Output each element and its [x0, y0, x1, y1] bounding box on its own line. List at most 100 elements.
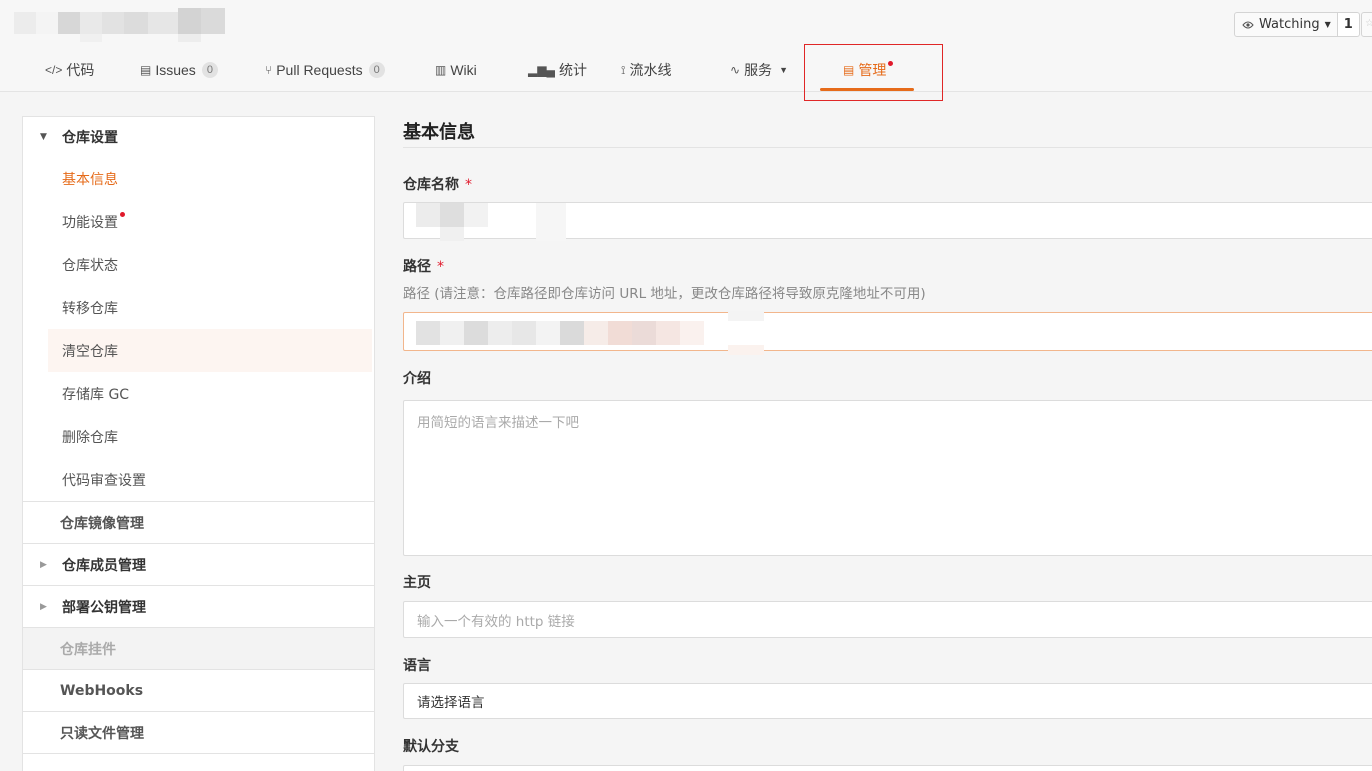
sidebar-item-label: 转移仓库 [62, 300, 118, 317]
settings-form: 基本信息 仓库名称 * 路径 * 路径 (请注意：仓库路径即仓库访问 URL 地址，… [403, 116, 1372, 771]
sidebar-item-label: 功能设置 [62, 214, 118, 231]
path-input[interactable] [403, 311, 1372, 355]
repo-header: Watching ▼ 1 ☆ </> 代码 ▤ Issues 0 ⑂ Pull … [0, 0, 1372, 92]
sidebar-item-delete-repo[interactable]: 删除仓库 [23, 415, 372, 458]
sidebar-item-label: 删除仓库 [62, 429, 118, 446]
repo-name-label: 仓库名称 * [403, 174, 472, 194]
tab-code[interactable]: </> 代码 [45, 50, 94, 90]
redacted-value [396, 311, 766, 355]
notification-dot [888, 60, 894, 66]
sidebar-section-label: 仓库成员管理 [62, 557, 146, 574]
tab-services[interactable]: ∿ 服务 ▼ [730, 50, 788, 90]
caret-down-icon: ▼ [40, 132, 47, 142]
description-label: 介绍 [403, 368, 431, 388]
star-button[interactable]: ☆ [1361, 12, 1372, 37]
default-branch-select[interactable] [403, 765, 1372, 771]
repo-title-redacted [14, 8, 226, 42]
path-label: 路径 * [403, 256, 444, 276]
path-hint: 路径 (请注意：仓库路径即仓库访问 URL 地址，更改仓库路径将导致原克隆地址不… [403, 286, 926, 302]
tab-label: Wiki [450, 62, 477, 78]
issues-count-badge: 0 [201, 62, 218, 78]
repo-name-input[interactable] [403, 202, 1372, 241]
sidebar-item-clear-repo[interactable]: 清空仓库 [48, 329, 372, 372]
watch-label: Watching [1259, 17, 1320, 32]
bar-chart-icon: ▂▆▄ [528, 63, 555, 77]
book-icon: ▥ [435, 63, 447, 77]
tab-label: 代码 [66, 62, 95, 78]
pulse-icon: ∿ [730, 63, 741, 77]
required-mark: * [465, 177, 472, 193]
sidebar-section-label: 只读文件管理 [60, 725, 144, 742]
sidebar-item-basic-info[interactable]: 基本信息 [23, 157, 372, 200]
label-text: 语言 [403, 658, 431, 674]
tab-manage[interactable]: ▤ 管理 [843, 50, 894, 90]
caret-down-icon: ▼ [1324, 20, 1331, 29]
sidebar-group-repo-settings[interactable]: ▼ 仓库设置 [23, 117, 374, 157]
required-mark: * [437, 259, 444, 275]
code-icon: </> [45, 63, 63, 77]
pipeline-icon: ⟟ [621, 62, 626, 77]
watch-count[interactable]: 1 [1337, 12, 1360, 37]
sidebar-section-cutoff [23, 753, 374, 771]
language-select[interactable]: 请选择语言 [403, 683, 1372, 719]
watch-group: Watching ▼ 1 [1234, 12, 1360, 37]
sidebar-item-code-review[interactable]: 代码审查设置 [23, 458, 372, 501]
sidebar-section-widgets: 仓库挂件 [23, 627, 374, 669]
sidebar-item-transfer[interactable]: 转移仓库 [23, 286, 372, 329]
tab-label: Pull Requests [276, 62, 363, 78]
settings-sidebar: ▼ 仓库设置 基本信息 功能设置 仓库状态 转移仓库 清空仓库 存储库 GC 删… [22, 116, 375, 771]
tab-label: Issues [155, 62, 196, 78]
sidebar-section-deploy-keys[interactable]: ▶ 部署公钥管理 [23, 585, 374, 627]
label-text: 路径 [403, 259, 431, 275]
description-textarea[interactable]: 用简短的语言来描述一下吧 [403, 400, 1372, 556]
sidebar-section-label: WebHooks [60, 682, 144, 699]
sidebar-group-label: 仓库设置 [62, 130, 118, 146]
eye-icon [1242, 21, 1254, 28]
pull-request-icon: ⑂ [265, 63, 273, 77]
language-selected-value: 请选择语言 [417, 695, 485, 711]
manage-icon: ▤ [843, 63, 855, 77]
sidebar-section-webhooks[interactable]: WebHooks [23, 669, 374, 711]
tab-wiki[interactable]: ▥ Wiki [435, 50, 477, 90]
caret-down-icon: ▼ [779, 65, 788, 75]
sidebar-section-label: 部署公钥管理 [62, 599, 146, 616]
description-placeholder: 用简短的语言来描述一下吧 [417, 415, 579, 431]
redacted-value [416, 203, 576, 241]
sidebar-item-label: 基本信息 [62, 171, 118, 188]
divider [403, 147, 1372, 148]
homepage-placeholder: 输入一个有效的 http 链接 [417, 613, 575, 630]
label-text: 主页 [403, 575, 431, 591]
sidebar-section-readonly-files[interactable]: 只读文件管理 [23, 711, 374, 753]
sidebar-item-features[interactable]: 功能设置 [23, 200, 372, 243]
active-tab-indicator [820, 88, 914, 91]
notification-dot [120, 212, 125, 217]
language-label: 语言 [403, 655, 431, 675]
tab-label: 流水线 [629, 62, 672, 78]
tab-stats[interactable]: ▂▆▄ 统计 [528, 50, 587, 90]
tab-label: 统计 [558, 62, 587, 78]
sidebar-section-members[interactable]: ▶ 仓库成员管理 [23, 543, 374, 585]
tab-pipeline[interactable]: ⟟ 流水线 [621, 50, 671, 90]
sidebar-item-repo-status[interactable]: 仓库状态 [23, 243, 372, 286]
homepage-label: 主页 [403, 572, 431, 592]
tab-pull-requests[interactable]: ⑂ Pull Requests 0 [265, 50, 385, 90]
sidebar-item-label: 仓库状态 [62, 257, 118, 274]
sidebar-item-label: 清空仓库 [62, 343, 118, 360]
sidebar-section-label: 仓库挂件 [60, 641, 116, 658]
sidebar-item-gc[interactable]: 存储库 GC [23, 372, 372, 415]
caret-right-icon: ▶ [40, 559, 47, 570]
label-text: 介绍 [403, 371, 431, 387]
repo-tabs: </> 代码 ▤ Issues 0 ⑂ Pull Requests 0 ▥ Wi… [0, 50, 1372, 92]
sidebar-item-label: 代码审查设置 [62, 472, 146, 489]
sidebar-item-label: 存储库 GC [62, 386, 130, 403]
homepage-input[interactable]: 输入一个有效的 http 链接 [403, 601, 1372, 638]
watch-button[interactable]: Watching ▼ [1234, 12, 1338, 37]
label-text: 仓库名称 [403, 177, 459, 193]
page-title: 基本信息 [403, 122, 475, 143]
default-branch-label: 默认分支 [403, 736, 459, 756]
tab-issues[interactable]: ▤ Issues 0 [140, 50, 218, 90]
sidebar-section-mirror[interactable]: 仓库镜像管理 [23, 501, 374, 543]
issues-icon: ▤ [140, 63, 152, 77]
sidebar-section-label: 仓库镜像管理 [60, 515, 144, 532]
tab-label: 服务 [744, 62, 773, 78]
